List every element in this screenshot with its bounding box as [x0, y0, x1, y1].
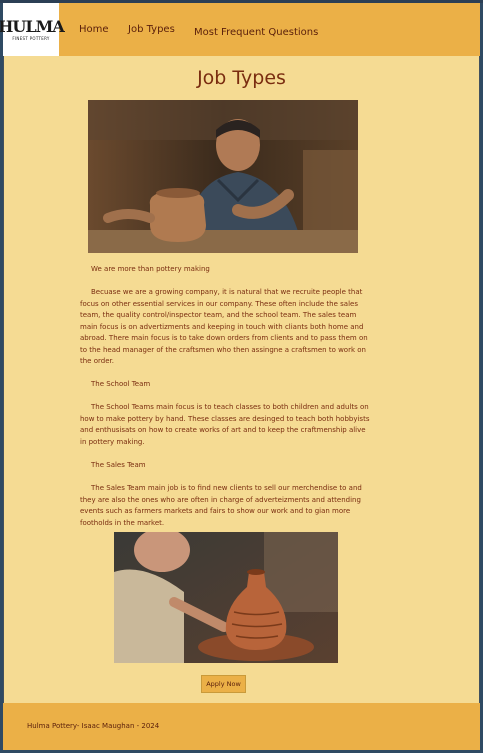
logo-subtitle: FINEST POTTERY	[12, 35, 50, 41]
sales-paragraph-block: The Sales Team main job is to find new c…	[80, 483, 370, 529]
school-heading: The School Team	[91, 380, 151, 388]
site-footer: Hulma Pottery- Isaac Maughan - 2024	[3, 703, 480, 750]
school-paragraph-block: The School Teams main focus is to teach …	[80, 402, 370, 448]
logo-mark: HULMA	[0, 16, 65, 36]
footer-text: Hulma Pottery- Isaac Maughan - 2024	[27, 722, 160, 730]
school-heading-block: The School Team	[80, 379, 370, 391]
nav-home[interactable]: Home	[79, 24, 109, 35]
potter-photo-2	[114, 532, 338, 663]
apply-now-button[interactable]: Apply Now	[201, 675, 246, 693]
sales-heading-block: The Sales Team	[80, 460, 370, 472]
potter-photo-1	[88, 100, 358, 253]
sales-heading: The Sales Team	[91, 461, 146, 469]
nav-job-types[interactable]: Job Types	[128, 24, 175, 35]
page-title: Job Types	[197, 67, 286, 89]
intro-heading: We are more than pottery making	[91, 265, 210, 273]
intro-section: We are more than pottery making	[80, 264, 370, 276]
school-paragraph: The School Teams main focus is to teach …	[80, 403, 370, 446]
site-logo[interactable]: HULMA FINEST POTTERY	[0, 3, 65, 56]
nav-faq[interactable]: Most Frequent Questions	[194, 27, 318, 38]
intro-paragraph: Becuase we are a growing company, it is …	[80, 288, 368, 365]
sales-paragraph: The Sales Team main job is to find new c…	[80, 484, 362, 527]
intro-paragraph-block: Becuase we are a growing company, it is …	[80, 287, 370, 368]
